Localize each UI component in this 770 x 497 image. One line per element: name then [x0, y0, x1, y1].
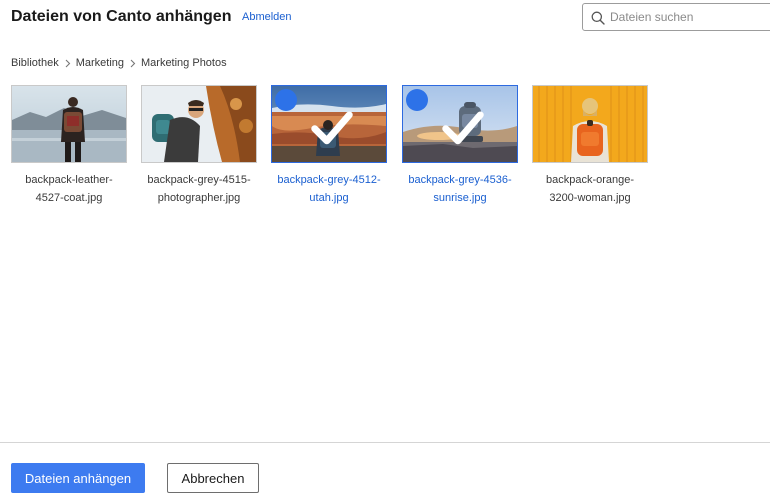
file-thumbnail[interactable]: [402, 85, 518, 163]
chevron-right-icon: [65, 59, 70, 67]
check-icon: [311, 111, 353, 145]
check-icon: [442, 111, 484, 145]
file-name: backpack-grey-4536- sunrise.jpg: [408, 174, 512, 204]
breadcrumb-item-marketing-photos: Marketing Photos: [141, 57, 227, 69]
footer-divider: [0, 442, 770, 443]
attach-files-button[interactable]: Dateien anhängen: [11, 463, 145, 493]
photo-thumbnail-image: [533, 86, 647, 162]
file-name: backpack-grey-4515- photographer.jpg: [147, 174, 251, 204]
search-box[interactable]: [582, 3, 770, 31]
file-item[interactable]: backpack-leather- 4527-coat.jpg: [11, 85, 127, 207]
file-thumbnail[interactable]: [11, 85, 127, 163]
breadcrumb: Bibliothek Marketing Marketing Photos: [11, 56, 227, 70]
search-input[interactable]: [610, 8, 770, 26]
dialog-title: Dateien von Canto anhängen: [11, 8, 232, 25]
file-name: backpack-orange- 3200-woman.jpg: [545, 174, 635, 204]
file-thumbnail[interactable]: [271, 85, 387, 163]
photo-thumbnail-image: [12, 86, 126, 162]
breadcrumb-item-library[interactable]: Bibliothek: [11, 57, 59, 69]
file-item[interactable]: backpack-orange- 3200-woman.jpg: [532, 85, 648, 207]
file-thumbnail[interactable]: [141, 85, 257, 163]
file-name: backpack-grey-4512- utah.jpg: [277, 174, 381, 204]
search-icon: [591, 11, 605, 25]
dialog-header: Dateien von Canto anhängen Abmelden: [0, 0, 770, 36]
file-thumbnail[interactable]: [532, 85, 648, 163]
file-item[interactable]: backpack-grey-4515- photographer.jpg: [141, 85, 257, 207]
chevron-right-icon: [130, 59, 136, 67]
selected-check[interactable]: [275, 89, 353, 145]
file-item[interactable]: backpack-grey-4536- sunrise.jpg: [402, 85, 518, 207]
breadcrumb-item-marketing[interactable]: Marketing: [76, 57, 124, 69]
photo-thumbnail-image: [142, 86, 256, 162]
selected-check[interactable]: [406, 89, 484, 145]
file-name: backpack-leather- 4527-coat.jpg: [25, 174, 113, 204]
file-item[interactable]: backpack-grey-4512- utah.jpg: [271, 85, 387, 207]
cancel-button[interactable]: Abbrechen: [167, 463, 259, 493]
logout-link[interactable]: Abmelden: [242, 11, 292, 23]
